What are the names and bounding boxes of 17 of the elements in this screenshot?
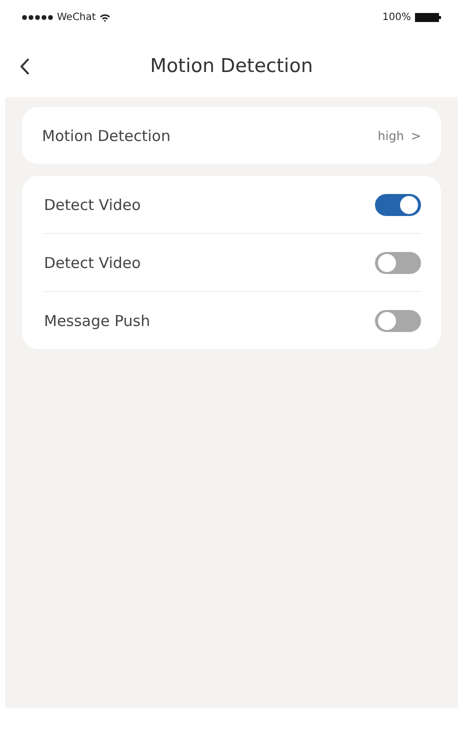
toggle-switch[interactable] — [375, 252, 421, 274]
battery-percentage: 100% — [382, 12, 411, 23]
back-icon[interactable] — [20, 58, 30, 75]
page-title: Motion Detection — [150, 55, 313, 77]
setting-label: Message Push — [44, 312, 150, 330]
chevron-icon: > — [410, 128, 421, 142]
signal-icon — [22, 15, 53, 20]
battery-icon — [415, 13, 441, 22]
sensitivity-value: high — [378, 128, 404, 142]
setting-label: Detect Video — [44, 254, 141, 272]
setting-label: Detect Video — [44, 196, 141, 214]
sensitivity-row[interactable]: Motion Detection high > — [22, 107, 441, 164]
wifi-icon — [100, 14, 110, 22]
toggle-switch[interactable] — [375, 194, 421, 216]
carrier-name: WeChat — [57, 12, 96, 23]
toggle-switch[interactable] — [375, 310, 421, 332]
sensitivity-label: Motion Detection — [42, 126, 170, 144]
